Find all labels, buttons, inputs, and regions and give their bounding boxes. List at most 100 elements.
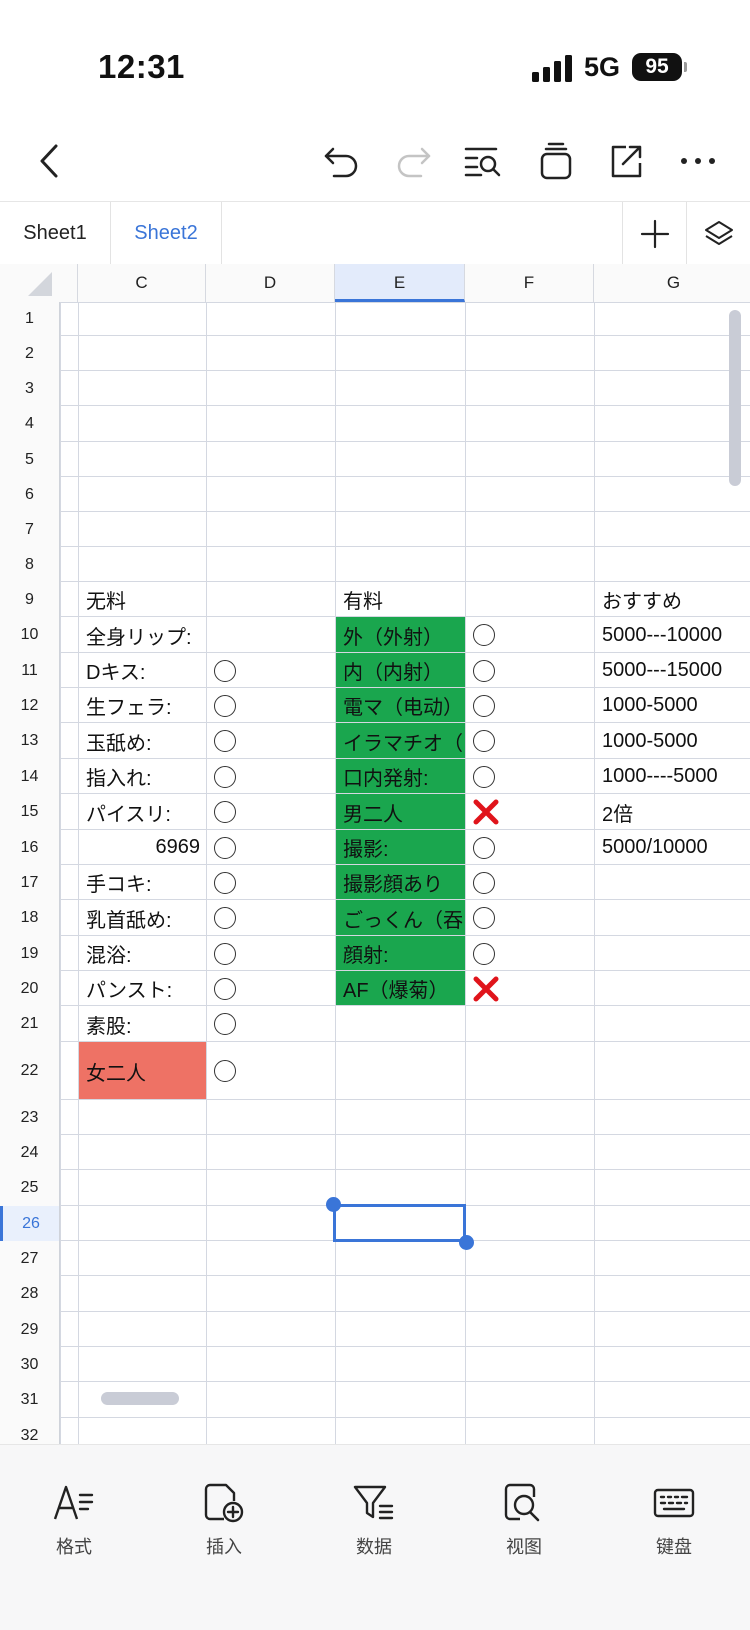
row-header-12[interactable]: 12 [0,688,60,723]
column-header-e[interactable]: E [335,264,465,302]
column-header-g[interactable]: G [594,264,750,302]
row-header-5[interactable]: 5 [0,442,60,477]
row-header-9[interactable]: 9 [0,582,60,617]
row-header-24[interactable]: 24 [0,1135,60,1170]
cell-g9[interactable]: おすすめ [594,582,750,617]
sheet-list-icon[interactable] [688,202,750,265]
cell-c10[interactable]: 全身リップ: [78,617,206,653]
format-label: 格式 [56,1537,92,1557]
row-header-2[interactable]: 2 [0,336,60,371]
row-header-14[interactable]: 14 [0,759,60,794]
row-header-4[interactable]: 4 [0,406,60,442]
row-header-3[interactable]: 3 [0,371,60,406]
tab-sheet1[interactable]: Sheet1 [0,202,110,265]
cell-e11[interactable]: 内（内射） [335,653,465,688]
row-header-17[interactable]: 17 [0,865,60,900]
column-header-c[interactable]: C [78,264,206,302]
row-header-23[interactable]: 23 [0,1100,60,1135]
keyboard-button[interactable]: 键盘 [624,1481,724,1559]
cell-e15[interactable]: 男二人 [335,794,465,830]
select-all-corner[interactable] [0,264,60,302]
cell-e13[interactable]: イラマチオ（ [335,723,465,759]
status-time: 12:31 [98,48,185,85]
cell-c18[interactable]: 乳首舐め: [78,900,206,936]
cell-e18[interactable]: ごっくん（吞 [335,900,465,936]
view-button[interactable]: 视图 [474,1481,574,1559]
row-header-21[interactable]: 21 [0,1006,60,1042]
add-sheet-icon[interactable] [624,202,686,265]
cell-c19[interactable]: 混浴: [78,936,206,971]
cell-g16[interactable]: 5000/10000 [594,830,750,865]
format-button[interactable]: 格式 [24,1481,124,1559]
cell-c21[interactable]: 素股: [78,1006,206,1042]
row-header-8[interactable]: 8 [0,547,60,582]
cell-c9[interactable]: 无料 [78,582,206,617]
horizontal-scrollbar[interactable] [101,1392,179,1405]
cell-e19[interactable]: 顔射: [335,936,465,971]
row-header-26[interactable]: 26 [0,1206,60,1241]
row-header-11[interactable]: 11 [0,653,60,688]
share-icon[interactable] [598,120,654,202]
cell-g10[interactable]: 5000---10000 [594,617,750,653]
more-icon[interactable] [670,120,726,202]
undo-icon[interactable] [314,120,370,202]
row-header-22[interactable]: 22 [0,1042,60,1100]
row-header-19[interactable]: 19 [0,936,60,971]
cell-c20[interactable]: パンスト: [78,971,206,1006]
spreadsheet-grid[interactable]: C D E F G 1 2 3 4 5 6 7 8 9 10 11 12 13 14 15 16 17 18 19 20 21 22… [0,264,750,1444]
find-icon[interactable] [455,120,511,202]
row-header-6[interactable]: 6 [0,477,60,512]
data-button[interactable]: 数据 [324,1481,424,1559]
row-header-31[interactable]: 31 [0,1382,60,1418]
selection-handle-bottom-right[interactable] [459,1235,474,1250]
cell-c15[interactable]: パイスリ: [78,794,206,830]
row-header-16[interactable]: 16 [0,830,60,865]
cell-c14[interactable]: 指入れ: [78,759,206,794]
row-header-18[interactable]: 18 [0,900,60,936]
cell-c16[interactable]: 6969 [78,830,206,865]
selection-handle-top-left[interactable] [326,1197,341,1212]
row-header-1[interactable]: 1 [0,302,60,336]
circle-mark-icon [214,1060,236,1082]
cell-e14[interactable]: 口内発射: [335,759,465,794]
row-header-28[interactable]: 28 [0,1276,60,1312]
redo-icon[interactable] [385,120,441,202]
cell-g11[interactable]: 5000---15000 [594,653,750,688]
clear-icon[interactable] [528,120,584,202]
cell-c11[interactable]: Dキス: [78,653,206,688]
column-header-f[interactable]: F [465,264,594,302]
row-header-25[interactable]: 25 [0,1170,60,1206]
tab-sheet2[interactable]: Sheet2 [111,202,221,265]
cell-g15[interactable]: 2倍 [594,794,750,830]
cell-e12[interactable]: 電マ（电动） [335,688,465,723]
selected-cell[interactable] [333,1204,466,1242]
cell-c12[interactable]: 生フェラ: [78,688,206,723]
row-header-30[interactable]: 30 [0,1347,60,1382]
cross-mark-icon [473,799,499,825]
row-header-29[interactable]: 29 [0,1312,60,1347]
row-header-27[interactable]: 27 [0,1241,60,1276]
cell-e16[interactable]: 撮影: [335,830,465,865]
row-header-7[interactable]: 7 [0,512,60,547]
cell-c17[interactable]: 手コキ: [78,865,206,900]
back-icon[interactable] [22,120,78,202]
cell-g13[interactable]: 1000-5000 [594,723,750,759]
row-header-32[interactable]: 32 [0,1418,60,1444]
row-header-10[interactable]: 10 [0,617,60,653]
row-header-13[interactable]: 13 [0,723,60,759]
cell-g14[interactable]: 1000----5000 [594,759,750,794]
cell-e17[interactable]: 撮影顔あり [335,865,465,900]
cell-c22[interactable]: 女二人 [78,1042,206,1100]
cell-e9[interactable]: 有料 [335,582,465,617]
insert-button[interactable]: 插入 [174,1481,274,1559]
vertical-scrollbar[interactable] [729,310,741,486]
row-header-20[interactable]: 20 [0,971,60,1006]
cell-e20[interactable]: AF（爆菊） [335,971,465,1006]
cell-e10[interactable]: 外（外射） [335,617,465,653]
cell-c13[interactable]: 玉舐め: [78,723,206,759]
row-header-15[interactable]: 15 [0,794,60,830]
circle-mark-icon [214,765,236,788]
column-header-d[interactable]: D [206,264,335,302]
cell-g12[interactable]: 1000-5000 [594,688,750,723]
circle-mark-icon [473,871,495,894]
